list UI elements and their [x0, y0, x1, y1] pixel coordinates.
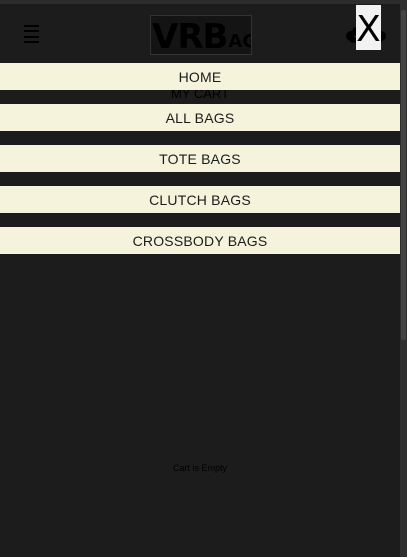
header: VRB AGS	[0, 0, 400, 62]
menu-overlay: HOME ALL BAGS TOTE BAGS CLUTCH BAGS CROS…	[0, 63, 400, 268]
logo-suffix-text: AGS	[228, 31, 251, 52]
logo-main-text: VRB	[152, 17, 228, 55]
logo[interactable]: VRB AGS	[150, 15, 252, 55]
hamburger-icon[interactable]	[24, 25, 39, 43]
close-button[interactable]: X	[356, 5, 381, 50]
menu-item-clutch-bags[interactable]: CLUTCH BAGS	[0, 186, 400, 213]
menu-item-tote-bags[interactable]: TOTE BAGS	[0, 145, 400, 172]
menu-item-all-bags[interactable]: ALL BAGS	[0, 104, 400, 131]
menu-item-crossbody-bags[interactable]: CROSSBODY BAGS	[0, 227, 400, 254]
scrollbar-thumb[interactable]	[401, 10, 406, 340]
page: VRB AGS MY CART HOME ALL BAGS TOTE BAGS …	[0, 0, 407, 557]
menu-item-home[interactable]: HOME	[0, 63, 400, 90]
cart-empty-text: Cart is Empty	[172, 463, 227, 473]
